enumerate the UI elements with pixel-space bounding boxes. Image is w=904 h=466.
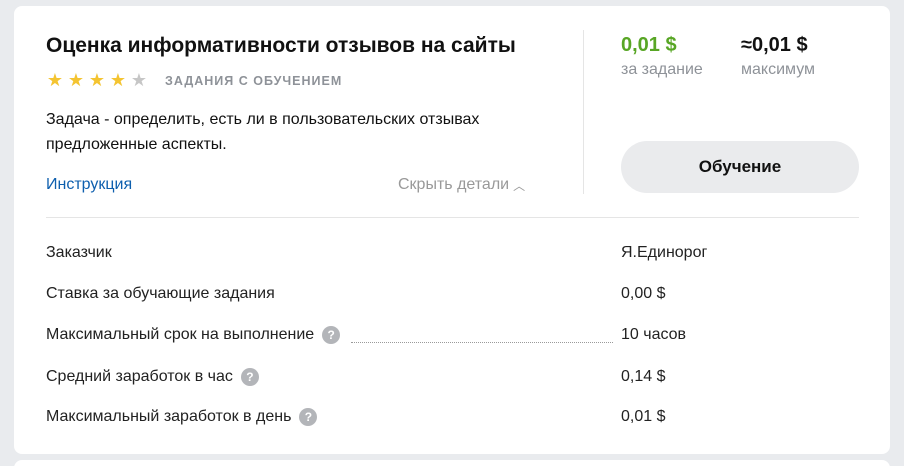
detail-label: Ставка за обучающие задания [46, 285, 275, 302]
star-icon: ★ [88, 70, 106, 90]
detail-value: Я.Единорог [621, 244, 708, 261]
instruction-link[interactable]: Инструкция [46, 176, 132, 194]
detail-row-deadline: Максимальный срок на выполнение ? 10 час… [46, 326, 859, 348]
detail-row-training-rate: Ставка за обучающие задания 0,00 $ [46, 285, 859, 307]
detail-label: Заказчик [46, 244, 112, 261]
price-per-task: 0,01 $ за задание [621, 34, 703, 79]
price-per-task-caption: за задание [621, 61, 703, 78]
detail-label: Средний заработок в час [46, 368, 233, 385]
detail-row-hourly-earnings: Средний заработок в час ? 0,14 $ [46, 368, 859, 390]
detail-label: Максимальный заработок в день [46, 408, 292, 425]
chevron-up-icon: ︿ [513, 178, 526, 193]
detail-value: 0,00 $ [621, 285, 666, 302]
task-title: Оценка информативности отзывов на сайты [46, 34, 516, 57]
price-max-caption: максимум [741, 61, 816, 78]
price-max-value: ≈0,01 $ [741, 34, 808, 56]
detail-value: 0,01 $ [621, 408, 666, 425]
price-per-task-value: 0,01 $ [621, 34, 677, 56]
training-button[interactable]: Обучение [621, 141, 859, 193]
next-card-edge [14, 460, 890, 466]
task-description: Задача - определить, есть ли в пользоват… [46, 111, 480, 153]
hide-details-toggle[interactable]: Скрыть детали ︿ [398, 176, 525, 194]
detail-row-daily-max: Максимальный заработок в день ? 0,01 $ [46, 408, 859, 430]
question-icon[interactable]: ? [299, 408, 318, 426]
star-icon: ★ [109, 70, 127, 90]
detail-value: 10 часов [621, 326, 687, 343]
detail-value: 0,14 $ [621, 368, 666, 385]
hide-details-label: Скрыть детали [398, 176, 510, 193]
vertical-divider [583, 30, 584, 194]
star-icon: ★ [67, 70, 85, 90]
dotted-leader [351, 342, 613, 343]
detail-label-wrap: Средний заработок в час ? [46, 368, 259, 386]
rating-stars: ★ ★ ★ ★ ★ [45, 70, 149, 90]
price-max: ≈0,01 $ максимум [741, 34, 815, 79]
star-icon: ★ [130, 70, 148, 90]
star-icon: ★ [46, 70, 64, 90]
detail-row-customer: Заказчик Я.Единорог [46, 244, 859, 266]
horizontal-divider [46, 217, 859, 218]
detail-label-wrap: Максимальный заработок в день ? [46, 408, 318, 426]
training-badge: ЗАДАНИЯ С ОБУЧЕНИЕМ [165, 74, 343, 88]
question-icon[interactable]: ? [322, 326, 341, 344]
question-icon[interactable]: ? [240, 368, 259, 386]
detail-label-wrap: Максимальный срок на выполнение ? [46, 326, 341, 344]
detail-label: Максимальный срок на выполнение [46, 326, 315, 343]
task-card: Оценка информативности отзывов на сайты … [14, 6, 890, 454]
